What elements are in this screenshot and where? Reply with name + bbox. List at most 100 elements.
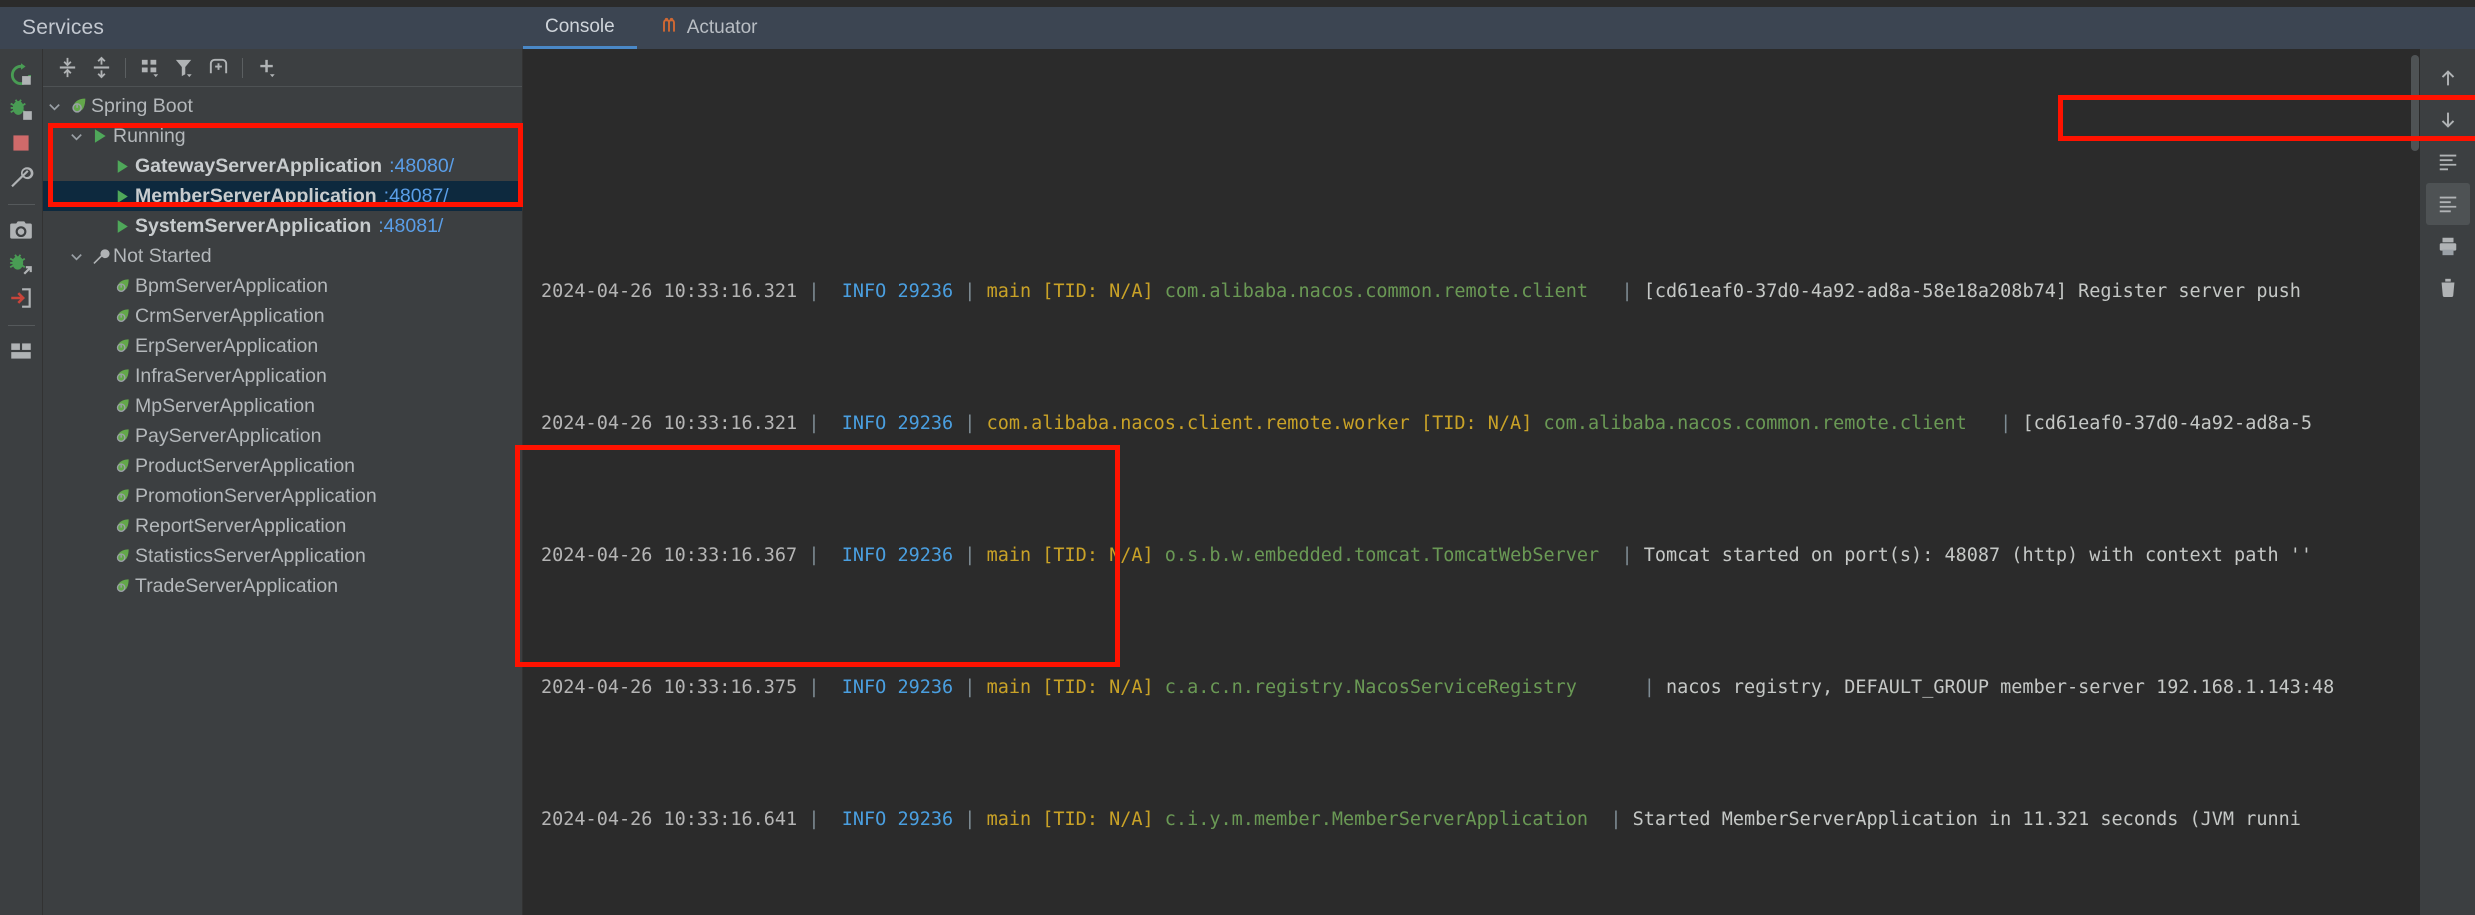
log-timestamp: 2024-04-26 10:33:16.641 bbox=[541, 809, 798, 830]
service-name: StatisticsServerApplication bbox=[135, 544, 366, 567]
tree-row-not-started-group[interactable]: Not Started bbox=[43, 241, 522, 271]
service-name: ProductServerApplication bbox=[135, 454, 356, 477]
toolbar-divider bbox=[125, 57, 126, 78]
log-line: 2024-04-26 10:33:16.321 | INFO 29236 | m… bbox=[541, 281, 2301, 302]
service-name: ReportServerApplication bbox=[135, 514, 347, 537]
expand-all-icon[interactable] bbox=[50, 53, 84, 83]
tree-row-gatewayserverapplication[interactable]: GatewayServerApplication :48080/ bbox=[43, 151, 522, 181]
run-green-triangle-icon bbox=[109, 158, 135, 175]
service-name: GatewayServerApplication bbox=[135, 154, 383, 177]
chevron-down-icon[interactable] bbox=[43, 99, 65, 114]
service-name: PayServerApplication bbox=[135, 424, 322, 447]
connect-icon[interactable] bbox=[1, 282, 41, 314]
scroll-up-icon[interactable] bbox=[2426, 57, 2470, 99]
ide-services-window: Services Spring Boot Running GatewayServ… bbox=[0, 0, 2475, 915]
log-message: [cd61eaf0-37d0-4a92-ad8a-58e18a208b74] R… bbox=[1643, 281, 2301, 302]
services-tree: Spring Boot Running GatewayServerApplica… bbox=[43, 87, 522, 601]
tree-row-reportserverapplication[interactable]: ReportServerApplication bbox=[43, 511, 522, 541]
tree-row-running-group[interactable]: Running bbox=[43, 121, 522, 151]
service-port-link[interactable]: :48087/ bbox=[384, 185, 449, 208]
tree-row-promotionserverapplication[interactable]: PromotionServerApplication bbox=[43, 481, 522, 511]
tree-label: Running bbox=[113, 124, 186, 147]
console-scrollbar-track[interactable] bbox=[2410, 49, 2420, 915]
console-output[interactable]: 2024-04-26 10:33:16.300 | INFO 29236 | m… bbox=[523, 49, 2420, 915]
editor-sliver bbox=[0, 0, 2475, 7]
soft-wrap-icon[interactable] bbox=[2426, 141, 2470, 183]
spring-boot-icon bbox=[65, 95, 91, 117]
log-pid: 29236 bbox=[897, 281, 954, 302]
clear-all-icon[interactable] bbox=[2426, 267, 2470, 309]
tab-actuator[interactable]: Actuator bbox=[637, 7, 780, 49]
tree-label: Spring Boot bbox=[91, 94, 193, 117]
log-level: INFO bbox=[841, 413, 887, 434]
tree-row-systemserverapplication[interactable]: SystemServerApplication :48081/ bbox=[43, 211, 522, 241]
actuator-icon bbox=[659, 15, 679, 41]
service-port-link[interactable]: :48080/ bbox=[389, 155, 454, 178]
rail-divider-2 bbox=[7, 325, 35, 326]
log-level: INFO bbox=[841, 281, 887, 302]
spring-boot-icon bbox=[109, 366, 135, 386]
log-message: [cd61eaf0-37d0-4a92-ad8a-5 bbox=[2022, 413, 2313, 434]
camera-icon[interactable] bbox=[1, 214, 41, 246]
scroll-down-icon[interactable] bbox=[2426, 99, 2470, 141]
settings-wrench-icon[interactable] bbox=[1, 161, 41, 193]
filter-icon[interactable] bbox=[167, 53, 201, 83]
layout-icon[interactable] bbox=[1, 335, 41, 367]
service-name: TradeServerApplication bbox=[135, 574, 339, 597]
collapse-all-icon[interactable] bbox=[84, 53, 118, 83]
tree-row-statisticsserverapplication[interactable]: StatisticsServerApplication bbox=[43, 541, 522, 571]
rail-divider bbox=[7, 204, 35, 205]
scroll-to-end-icon[interactable] bbox=[2425, 183, 2470, 225]
tree-row-productserverapplication[interactable]: ProductServerApplication bbox=[43, 451, 522, 481]
log-pid: 29236 bbox=[897, 413, 954, 434]
tree-row-payserverapplication[interactable]: PayServerApplication bbox=[43, 421, 522, 451]
service-name: ErpServerApplication bbox=[135, 334, 319, 357]
log-thread: main [TID: N/A] bbox=[986, 677, 1154, 698]
log-logger: c.i.y.m.member.MemberServerApplication bbox=[1164, 809, 1589, 830]
attach-debugger-icon[interactable] bbox=[1, 248, 41, 280]
log-logger: com.alibaba.nacos.common.remote.client bbox=[1164, 281, 1589, 302]
service-port-link[interactable]: :48081/ bbox=[378, 215, 443, 238]
tree-label: Not Started bbox=[113, 244, 212, 267]
tab-console[interactable]: Console bbox=[523, 7, 637, 49]
log-level: INFO bbox=[841, 677, 887, 698]
chevron-down-icon[interactable] bbox=[65, 129, 87, 144]
log-pid: 29236 bbox=[897, 545, 954, 566]
rerun-icon[interactable] bbox=[1, 59, 41, 91]
log-line: 2024-04-26 10:33:16.641 | INFO 29236 | m… bbox=[541, 809, 2301, 830]
log-level: INFO bbox=[841, 809, 887, 830]
print-icon[interactable] bbox=[2426, 225, 2470, 267]
log-message: nacos registry, DEFAULT_GROUP member-ser… bbox=[1666, 677, 2335, 698]
log-line-tomcat-started: 2024-04-26 10:33:16.367 | INFO 29236 | m… bbox=[541, 545, 2313, 566]
tree-row-memberserverapplication[interactable]: MemberServerApplication :48087/ bbox=[43, 181, 522, 211]
log-level: INFO bbox=[841, 545, 887, 566]
spring-boot-icon bbox=[109, 486, 135, 506]
log-logger: c.a.c.n.registry.NacosServiceRegistry bbox=[1164, 677, 1577, 698]
tree-row-erpserverapplication[interactable]: ErpServerApplication bbox=[43, 331, 522, 361]
add-tab-icon[interactable] bbox=[201, 53, 235, 83]
chevron-down-icon[interactable] bbox=[65, 249, 87, 264]
service-name: MemberServerApplication bbox=[135, 184, 377, 207]
log-timestamp: 2024-04-26 10:33:16.375 bbox=[541, 677, 798, 698]
tree-row-crmserverapplication[interactable]: CrmServerApplication bbox=[43, 301, 522, 331]
add-service-icon[interactable] bbox=[250, 53, 284, 83]
tab-label: Console bbox=[545, 15, 615, 37]
spring-boot-icon bbox=[109, 336, 135, 356]
tree-row-mpserverapplication[interactable]: MpServerApplication bbox=[43, 391, 522, 421]
tree-row-bpmserverapplication[interactable]: BpmServerApplication bbox=[43, 271, 522, 301]
run-green-triangle-icon bbox=[109, 188, 135, 205]
log-line: 2024-04-26 10:33:16.300 | INFO 29236 | m… bbox=[523, 162, 2420, 176]
stop-icon[interactable] bbox=[1, 127, 41, 159]
service-name: BpmServerApplication bbox=[135, 274, 328, 297]
service-name: PromotionServerApplication bbox=[135, 484, 377, 507]
group-by-icon[interactable] bbox=[133, 53, 167, 83]
tree-row-tradeserverapplication[interactable]: TradeServerApplication bbox=[43, 571, 522, 601]
service-name: SystemServerApplication bbox=[135, 214, 372, 237]
run-actions-rail bbox=[0, 49, 43, 915]
debug-icon[interactable] bbox=[1, 93, 41, 125]
run-green-triangle-icon bbox=[109, 218, 135, 235]
spring-boot-icon bbox=[109, 306, 135, 326]
console-scrollbar-thumb[interactable] bbox=[2411, 55, 2419, 151]
tree-row-infraserverapplication[interactable]: InfraServerApplication bbox=[43, 361, 522, 391]
tree-row-spring-boot[interactable]: Spring Boot bbox=[43, 91, 522, 121]
